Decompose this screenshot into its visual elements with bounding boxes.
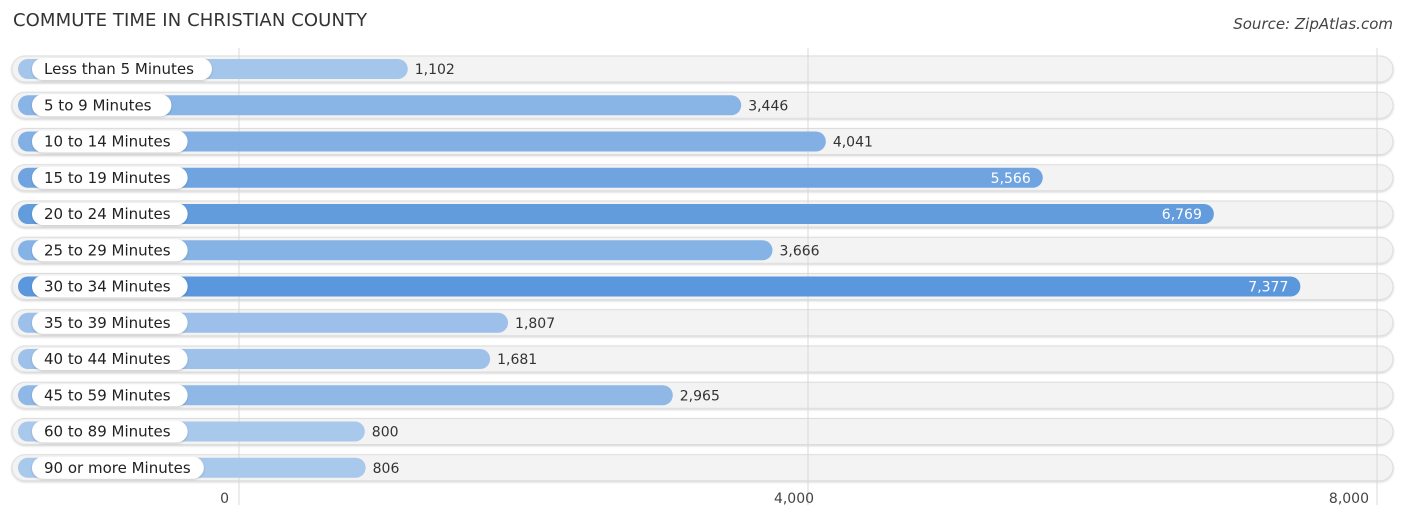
value-label: 3,666	[779, 243, 819, 259]
category-label: 20 to 24 Minutes	[44, 205, 171, 223]
bar	[18, 276, 1301, 297]
category-label: 35 to 39 Minutes	[44, 314, 171, 332]
category-label: Less than 5 Minutes	[44, 60, 194, 78]
value-label: 1,102	[415, 62, 455, 78]
value-label: 800	[372, 425, 399, 441]
value-label: 3,446	[748, 98, 788, 114]
value-label: 1,681	[497, 352, 537, 368]
category-label: 5 to 9 Minutes	[44, 96, 152, 114]
x-tick-label: 4,000	[774, 491, 814, 507]
value-label: 2,965	[680, 388, 720, 404]
value-label: 7,377	[1248, 280, 1288, 296]
bar-chart: 0 4,000 8,000 Less than 5 Minutes 1,102 5 to …	[11, 48, 1394, 507]
category-label: 25 to 29 Minutes	[44, 241, 171, 259]
value-label: 1,807	[515, 316, 555, 332]
value-label: 6,769	[1162, 207, 1202, 223]
category-label: 30 to 34 Minutes	[44, 278, 171, 296]
value-label: 806	[373, 461, 400, 477]
bar	[18, 204, 1214, 224]
category-label: 15 to 19 Minutes	[44, 169, 171, 187]
category-label: 45 to 59 Minutes	[44, 386, 171, 404]
x-tick-label: 8,000	[1329, 491, 1369, 507]
value-label: 5,566	[991, 171, 1031, 187]
x-tick-label: 0	[220, 491, 229, 507]
category-label: 90 or more Minutes	[44, 459, 191, 477]
category-label: 10 to 14 Minutes	[44, 133, 171, 151]
category-label: 40 to 44 Minutes	[44, 350, 171, 368]
value-label: 4,041	[833, 135, 873, 151]
category-label: 60 to 89 Minutes	[44, 423, 171, 441]
